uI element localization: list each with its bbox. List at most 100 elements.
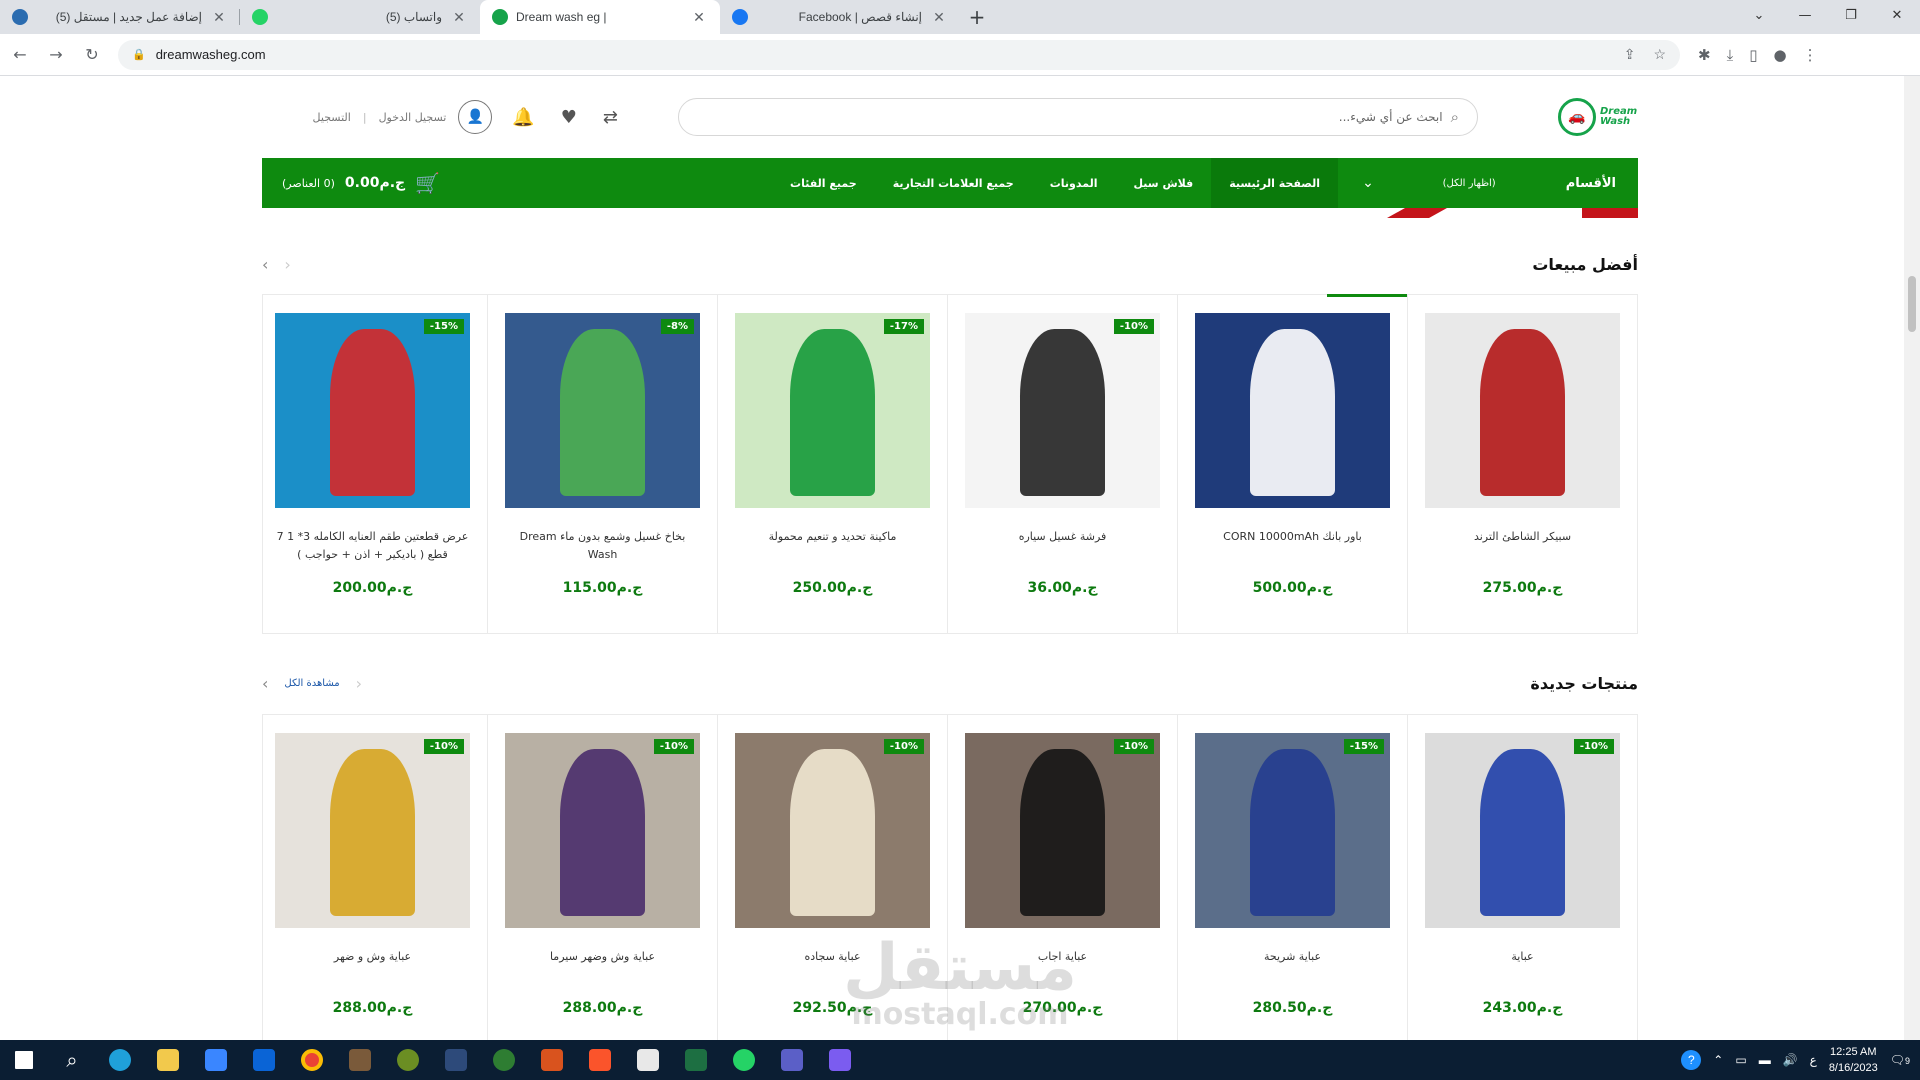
search-icon[interactable]: ⌕ <box>48 1040 96 1080</box>
product-card[interactable]: -10% فرشة غسيل سياره ج.م36.00 <box>947 295 1177 633</box>
product-image[interactable]: -10% <box>735 733 930 928</box>
help-icon[interactable]: ? <box>1681 1050 1702 1070</box>
search-input[interactable]: ⌕ ابحث عن أي شيء... <box>678 98 1478 136</box>
register-link[interactable]: التسجيل <box>313 111 351 124</box>
app-icon[interactable] <box>816 1040 864 1080</box>
excel-icon[interactable] <box>672 1040 720 1080</box>
close-tab-icon[interactable]: ✕ <box>450 9 468 26</box>
product-image[interactable]: -17% <box>735 313 930 508</box>
browser-tab-active[interactable]: Dream wash eg | ✕ <box>480 0 720 34</box>
product-name[interactable]: عرض قطعتين طقم العنايه الكامله 3* 1 7 قط… <box>275 528 470 566</box>
product-card[interactable]: -15% عرض قطعتين طقم العنايه الكامله 3* 1 … <box>258 295 487 633</box>
share-icon[interactable]: ⇪ <box>1624 46 1636 63</box>
language-indicator[interactable]: ع <box>1810 1053 1817 1067</box>
browser-tab[interactable]: واتساب (5) ✕ <box>240 0 480 34</box>
file-explorer-icon[interactable] <box>144 1040 192 1080</box>
product-image[interactable]: -15% <box>1195 733 1390 928</box>
product-name[interactable]: باور بانك CORN 10000mAh <box>1195 528 1390 566</box>
nav-blogs[interactable]: المدونات <box>1032 158 1116 208</box>
app-icon[interactable] <box>768 1040 816 1080</box>
close-tab-icon[interactable]: ✕ <box>930 9 948 26</box>
carousel-prev-icon[interactable]: ‹ <box>262 255 268 274</box>
view-all-link[interactable]: مشاهدة الكل <box>284 678 339 689</box>
product-card[interactable]: -17% ماكينة تحديد و تنعيم محمولة ج.م250.00 <box>717 295 947 633</box>
product-card[interactable]: -8% بخاخ غسيل وشمع بدون ماء Dream Wash ج.م… <box>487 295 717 633</box>
product-image[interactable]: -8% <box>505 313 700 508</box>
product-image[interactable]: -10% <box>965 733 1160 928</box>
lock-icon[interactable]: 🔒 <box>132 48 146 61</box>
notification-bell-icon[interactable]: 🔔 <box>512 107 534 128</box>
profile-icon[interactable]: ● <box>1773 46 1786 64</box>
restore-icon[interactable]: ❐ <box>1828 0 1874 30</box>
compare-icon[interactable]: ⇄ <box>603 107 618 128</box>
categories-dropdown[interactable]: الأقسام (اظهار الكل) <box>1398 158 1638 208</box>
menu-kebab-icon[interactable]: ⋮ <box>1803 46 1818 64</box>
product-image[interactable]: -10% <box>505 733 700 928</box>
product-image[interactable]: -15% <box>275 313 470 508</box>
show-all-link[interactable]: (اظهار الكل) <box>1443 178 1496 189</box>
product-name[interactable]: بخاخ غسيل وشمع بدون ماء Dream Wash <box>505 528 700 566</box>
tab-search-icon[interactable]: ⌄ <box>1736 0 1782 30</box>
search-icon[interactable]: ⌕ <box>1451 108 1459 126</box>
chevron-down-icon[interactable]: ⌄ <box>1338 175 1398 191</box>
close-window-icon[interactable]: ✕ <box>1874 0 1920 30</box>
user-icon[interactable]: 👤 <box>458 100 493 134</box>
product-name[interactable]: عباية <box>1425 948 1620 986</box>
reload-icon[interactable]: ↻ <box>76 39 108 71</box>
mail-icon[interactable] <box>240 1040 288 1080</box>
product-card[interactable]: باور بانك CORN 10000mAh ج.م500.00 <box>1177 294 1407 633</box>
product-name[interactable]: عباية وش و ضهر <box>275 948 470 986</box>
product-name[interactable]: سبيكر الشاطئ الترند <box>1425 528 1620 566</box>
whatsapp-icon[interactable] <box>720 1040 768 1080</box>
chevron-up-icon[interactable]: ⌃ <box>1713 1053 1723 1067</box>
nav-brands[interactable]: جميع العلامات التجارية <box>875 158 1032 208</box>
product-card[interactable]: -10% عباية ج.م243.00 <box>1407 715 1637 1040</box>
new-tab-icon[interactable]: + <box>960 0 994 34</box>
close-tab-icon[interactable]: ✕ <box>210 9 228 26</box>
back-icon[interactable]: ← <box>4 39 36 71</box>
product-name[interactable]: عباية وش وضهر سيرما <box>505 948 700 986</box>
notifications-icon[interactable]: 🗨9 <box>1890 1053 1910 1067</box>
sidepanel-icon[interactable]: ▯ <box>1749 46 1757 64</box>
edge-icon[interactable] <box>96 1040 144 1080</box>
battery-icon[interactable]: ▬ <box>1759 1053 1771 1067</box>
close-tab-icon[interactable]: ✕ <box>690 9 708 26</box>
chrome-icon[interactable] <box>288 1040 336 1080</box>
wishlist-heart-icon[interactable]: ♥ <box>561 107 577 128</box>
minimize-icon[interactable]: — <box>1782 0 1828 30</box>
product-image[interactable] <box>1195 313 1390 508</box>
product-image[interactable]: -10% <box>275 733 470 928</box>
carousel-prev-icon[interactable]: ‹ <box>262 674 268 693</box>
store-icon[interactable] <box>192 1040 240 1080</box>
network-icon[interactable]: ▭ <box>1735 1053 1746 1067</box>
brave-icon[interactable] <box>576 1040 624 1080</box>
url-field[interactable]: 🔒 dreamwasheg.com ⇪ ☆ <box>118 39 1680 70</box>
product-name[interactable]: عباية شريحة <box>1195 948 1390 986</box>
product-card[interactable]: -15% عباية شريحة ج.م280.50 <box>1177 715 1407 1040</box>
carousel-next-icon[interactable]: › <box>356 674 362 693</box>
product-image[interactable] <box>1425 313 1620 508</box>
carousel-next-icon[interactable]: › <box>284 255 290 274</box>
forward-icon[interactable]: → <box>40 39 72 71</box>
nav-home[interactable]: الصفحة الرئيسية <box>1211 158 1338 208</box>
product-card[interactable]: سبيكر الشاطئ الترند ج.م275.00 <box>1407 295 1637 633</box>
product-card[interactable]: -10% عباية وش وضهر سيرما ج.م288.00 <box>487 715 717 1040</box>
product-image[interactable]: -10% <box>1425 733 1620 928</box>
volume-icon[interactable]: 🔊 <box>1783 1053 1798 1067</box>
product-name[interactable]: فرشة غسيل سياره <box>965 528 1160 566</box>
download-icon[interactable]: ⤓ <box>1727 46 1734 64</box>
browser-tab[interactable]: إنشاء قصص | Facebook ✕ <box>720 0 960 34</box>
browser-tab[interactable]: إضافة عمل جديد | مستقل (5) ✕ <box>0 0 240 34</box>
start-icon[interactable] <box>0 1040 48 1080</box>
extensions-icon[interactable]: ✱ <box>1698 46 1711 64</box>
nav-flash-sale[interactable]: فلاش سيل <box>1115 158 1211 208</box>
bookmark-star-icon[interactable]: ☆ <box>1653 46 1666 63</box>
app-icon[interactable] <box>624 1040 672 1080</box>
app-icon[interactable] <box>432 1040 480 1080</box>
app-icon[interactable] <box>528 1040 576 1080</box>
clock[interactable]: 12:25 AM 8/16/2023 <box>1829 1044 1878 1076</box>
app-icon[interactable] <box>384 1040 432 1080</box>
app-icon[interactable] <box>336 1040 384 1080</box>
product-card[interactable]: -10% عباية وش و ضهر ج.م288.00 <box>258 715 487 1040</box>
site-logo[interactable]: 🚗 Dream Wash <box>1558 95 1638 139</box>
